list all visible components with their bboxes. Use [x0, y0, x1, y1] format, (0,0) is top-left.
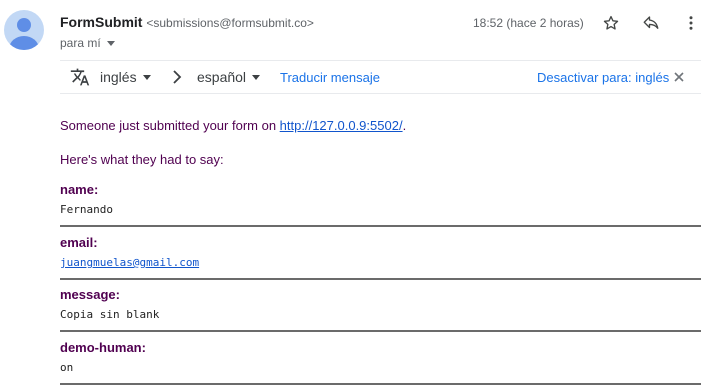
field-value: Copia sin blank: [60, 308, 160, 321]
sender-name[interactable]: FormSubmit: [60, 14, 142, 30]
sender-avatar[interactable]: [4, 10, 44, 50]
recipient-label: para mí: [60, 36, 101, 50]
field-email: email: juangmuelas@gmail.com: [60, 229, 701, 280]
target-language-dropdown[interactable]: español: [197, 61, 261, 93]
reply-icon[interactable]: [640, 12, 662, 34]
arrow-right-icon: [170, 61, 184, 93]
sender-email: <submissions@formsubmit.co>: [146, 16, 314, 30]
timestamp: 18:52 (hace 2 horas): [473, 16, 584, 30]
field-message: message: Copia sin blank: [60, 281, 701, 332]
intro-text: Someone just submitted your form on http…: [60, 118, 406, 133]
form-url-link[interactable]: http://127.0.0.9:5502/: [280, 118, 403, 133]
chevron-down-icon: [142, 74, 151, 80]
star-icon[interactable]: [600, 12, 622, 34]
subheading: Here's what they had to say:: [60, 152, 224, 167]
translate-icon: [70, 61, 90, 93]
field-label: name:: [60, 182, 99, 197]
field-value: Fernando: [60, 203, 113, 216]
field-label: message:: [60, 287, 120, 302]
sender-line: FormSubmit <submissions@formsubmit.co>: [60, 14, 314, 30]
source-language-label: inglés: [100, 69, 137, 85]
field-label: email:: [60, 235, 98, 250]
email-link[interactable]: juangmuelas@gmail.com: [60, 256, 199, 269]
source-language-dropdown[interactable]: inglés: [100, 61, 151, 93]
field-value: juangmuelas@gmail.com: [60, 256, 701, 269]
disable-translation-link[interactable]: Desactivar para: inglés: [537, 61, 669, 93]
field-label: demo-human:: [60, 340, 146, 355]
intro-label: Someone just submitted your form on: [60, 118, 280, 133]
avatar-body: [9, 36, 39, 50]
field-value: on: [60, 361, 74, 374]
chevron-down-icon: [252, 74, 261, 80]
field-demo-human: demo-human: on: [60, 334, 701, 385]
avatar-head: [17, 18, 31, 32]
chevron-down-icon: [106, 41, 115, 47]
translate-bar: inglés español Traducir mensaje Desactiv…: [60, 60, 701, 94]
intro-period: .: [402, 118, 407, 133]
field-name: name: Fernando: [60, 176, 701, 227]
target-language-label: español: [197, 69, 247, 85]
recipient-dropdown[interactable]: para mí: [60, 36, 115, 50]
more-vert-icon[interactable]: [680, 12, 702, 34]
close-icon[interactable]: [674, 61, 684, 93]
translate-message-link[interactable]: Traducir mensaje: [280, 61, 380, 93]
